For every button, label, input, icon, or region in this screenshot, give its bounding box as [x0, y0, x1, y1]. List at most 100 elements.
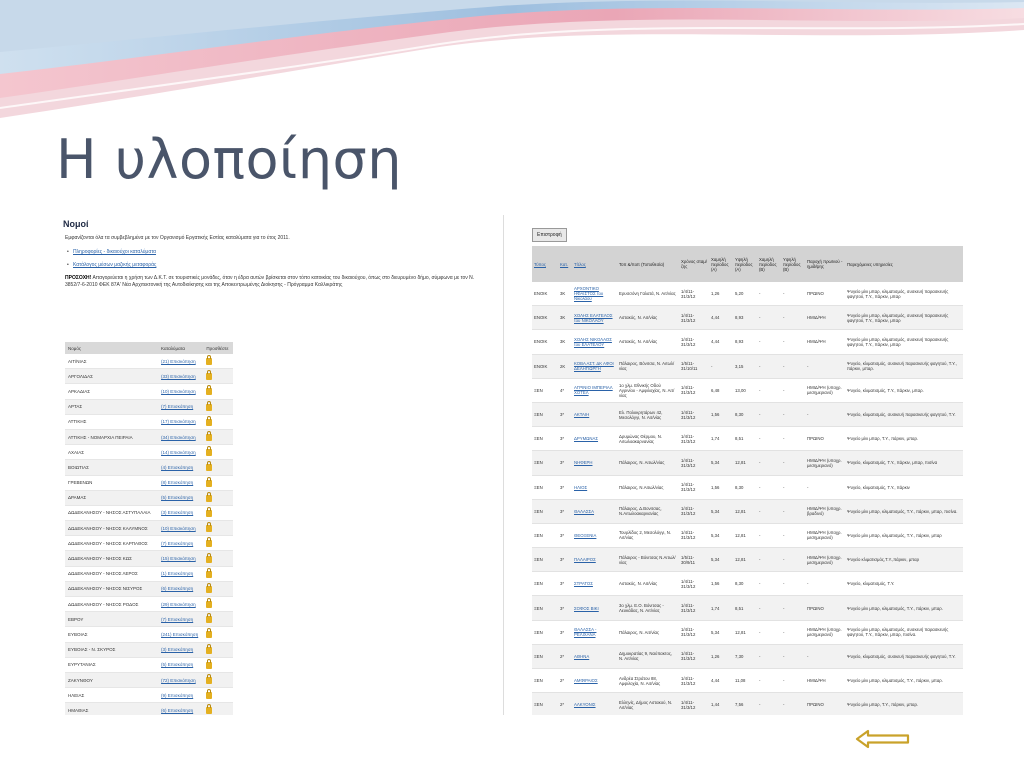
hotel-title-link[interactable]: ΘΕΟΞΕΝΙΑ	[572, 523, 617, 549]
hotel-title-link[interactable]: ΗΛΙΟΣ	[572, 475, 617, 500]
accommodations-link[interactable]: (21) Επισκόπηση	[158, 354, 204, 370]
hotel-title-link[interactable]: ΠΑΛΑΙΡΟΣ	[572, 547, 617, 573]
table-cell: -	[781, 475, 805, 500]
accommodations-link[interactable]: (33) Επισκόπηση	[158, 368, 204, 385]
table-cell: -	[757, 644, 781, 670]
table-row: ΔΡΑΜΑΣ (5) Επισκόπηση	[65, 490, 233, 506]
accommodations-link[interactable]: (1) Επισκόπηση	[158, 566, 204, 582]
accommodations-link[interactable]: (9) Επισκόπηση	[158, 687, 204, 704]
table-row: ΞΕΝ 3* ΑΚΤΑΙΗ Ελ. Πολυκρητάρων 42, Μεσολόγγ…	[532, 402, 963, 428]
table-cell: 1,26	[709, 644, 733, 670]
accommodations-link[interactable]: (4) Επισκόπηση	[158, 459, 204, 476]
accommodations-link[interactable]: (7) Επισκόπηση	[158, 535, 204, 552]
lock-icon[interactable]	[206, 613, 213, 624]
lock-icon[interactable]	[206, 582, 213, 593]
accommodations-link[interactable]: (14) Επισκόπηση	[158, 444, 204, 461]
accommodations-link[interactable]: (7) Επισκόπηση	[158, 611, 204, 628]
lock-icon[interactable]	[206, 567, 213, 578]
hotel-title-link[interactable]: ΣΤΡΑΤΟΣ	[572, 571, 617, 597]
hotel-title-link[interactable]: ΚΟΒΑ ΑΣΤ. ΔΚ ΑΦΟΙ ΔΕΛΗΓΙΩΡΓΗ	[572, 354, 617, 379]
accommodations-link[interactable]: (5) Επισκόπηση	[158, 490, 204, 506]
table-cell: -	[781, 692, 805, 715]
table-cell: 3*	[558, 571, 572, 597]
lock-icon[interactable]	[206, 400, 213, 411]
lock-icon[interactable]	[206, 658, 213, 669]
column-header[interactable]: Κατ.	[558, 246, 572, 282]
table-cell: ΗΜΙΔ/ΨΗ (υποχρ. μεσημεριανό)	[805, 547, 845, 573]
lock-icon[interactable]	[206, 522, 213, 533]
table-row: ΞΕΝ 3* ΔΡΥΜΩΝΑΣ Δρυμώνας Θέρμου, Ν. Αιτωλοα…	[532, 426, 963, 452]
accommodations-link[interactable]: (8) Επισκόπηση	[158, 475, 204, 491]
lock-icon[interactable]	[206, 385, 213, 396]
table-cell: 7,56	[733, 692, 757, 715]
hotel-title-link[interactable]: ΣΟΦΟΣ ΒΙΚΙ	[572, 595, 617, 621]
lock-icon[interactable]	[206, 537, 213, 548]
hotel-title-link[interactable]: ΘΑΛΑΣΣΑ - ΡΕΛΙΧΑΝΑ	[572, 620, 617, 645]
accommodations-link[interactable]: (6) Επισκόπηση	[158, 581, 204, 598]
lock-icon[interactable]	[206, 598, 213, 609]
table-cell: 3Κ	[558, 282, 572, 307]
table-row: ΔΩΔΕΚΑΝΗΣΟΥ - ΝΗΣΟΣ ΡΟΔΟΣ (29) Επισκόπηση	[65, 596, 233, 613]
lock-icon[interactable]	[206, 446, 213, 457]
lock-icon[interactable]	[206, 704, 213, 715]
table-cell: Ψυγείο μίνι μπαρ, κλιματισμός, Τ.Υ., πάρ…	[845, 595, 963, 621]
accommodations-link[interactable]: (17) Επισκόπηση	[158, 414, 204, 430]
accommodations-link[interactable]: (3) Επισκόπηση	[158, 642, 204, 658]
accommodations-link[interactable]: (6) Επισκόπηση	[158, 702, 204, 715]
back-button[interactable]: Επιστροφή	[532, 228, 567, 242]
back-arrow-icon[interactable]	[855, 729, 911, 749]
accommodations-link[interactable]: (7) Επισκόπηση	[158, 399, 204, 415]
table-row: ΕΥΒΟΙΑΣ - Ν. ΣΚΥΡΟΣ (3) Επισκόπηση	[65, 642, 233, 658]
table-row: ΑΤΤΙΚΗΣ - ΝΟΜΑΡΧΙΑ ΠΕΙΡΑΙΑ (34) Επισκόπησ…	[65, 429, 233, 446]
table-cell: 1/4/11-31/3/12	[679, 475, 709, 500]
hotel-title-link[interactable]: ΑΜΦΙΡΑΙΟΣ	[572, 668, 617, 694]
table-cell: Ψυγείο μίνι μπαρ, κλιματισμός, συσκευή π…	[845, 620, 963, 645]
table-cell: 6,48	[709, 378, 733, 403]
accommodations-link[interactable]: (29) Επισκόπηση	[158, 596, 204, 613]
lock-icon[interactable]	[206, 628, 213, 639]
lock-icon[interactable]	[206, 415, 213, 426]
hotel-title-link[interactable]: ΑΛΚΥΟΝΙΣ	[572, 692, 617, 715]
hotel-title-link[interactable]: ΘΑΛΑΣΣΑ	[572, 499, 617, 524]
hotel-title-link[interactable]: ΑΘΗΝΑ	[572, 644, 617, 670]
info-link-transport[interactable]: Κατάλογος μέσων μαζικής μεταφοράς	[67, 262, 503, 268]
hotel-title-link[interactable]: ΑΡΧΟΝΤΙΚΟ ΗΦΑΙΣΤΟΣ του Νικολάου	[572, 282, 617, 307]
table-cell: Ελληνίς, Δήμος Αστακού, Ν. Αιτ/νίας	[617, 692, 679, 715]
table-cell: Πάλαιρος, Ν. Αιτ/νίας	[617, 620, 679, 645]
lock-icon[interactable]	[206, 461, 213, 472]
accommodations-link[interactable]: (34) Επισκόπηση	[158, 429, 204, 446]
table-cell: 8,93	[733, 305, 757, 331]
lock-icon[interactable]	[206, 431, 213, 442]
lock-icon[interactable]	[206, 491, 213, 502]
lock-icon[interactable]	[206, 370, 213, 381]
hotel-title-link[interactable]: ΧΟΛΗΣ ΕΛΑΤΕΛΟΣ του ΝΙΚΟΛΑΟΥ	[572, 305, 617, 331]
column-header[interactable]: Τύπος	[532, 246, 558, 282]
prefecture-name: ΑΡΓΟΛΙΔΑΣ	[65, 368, 159, 385]
accommodations-link[interactable]: (241) Επισκόπηση	[158, 626, 204, 643]
table-cell: 3*	[558, 620, 572, 645]
hotel-title-link[interactable]: ΧΟΛΗΣ ΝΙΚΟΛΑΟΣ του ΕΛΑΤΕΛΟΥ	[572, 329, 617, 355]
table-cell: 1/4/11-31/3/12	[679, 305, 709, 331]
accommodations-link[interactable]: (72) Επισκόπηση	[158, 672, 204, 689]
table-cell: Ψυγείο, κλιματισμός, Τ.Υ., πάρκιν, μπαρ,…	[845, 450, 963, 476]
accommodations-link[interactable]: (3) Επισκόπηση	[158, 505, 204, 522]
hotel-title-link[interactable]: ΝΗΦΕΡΗ	[572, 450, 617, 476]
accommodations-link[interactable]: (15) Επισκόπηση	[158, 550, 204, 567]
lock-icon[interactable]	[206, 674, 213, 685]
hotel-title-link[interactable]: ΔΡΥΜΩΝΑΣ	[572, 426, 617, 452]
lock-icon[interactable]	[206, 506, 213, 517]
lock-icon[interactable]	[206, 643, 213, 654]
accommodations-link[interactable]: (5) Επισκόπηση	[158, 657, 204, 673]
lock-icon[interactable]	[206, 689, 213, 700]
accommodations-link[interactable]: (10) Επισκόπηση	[158, 383, 204, 400]
lock-icon[interactable]	[206, 476, 213, 487]
table-cell: Ερυσσόνη Γαλατά, Ν. Αιτ/νίας	[617, 282, 679, 307]
hotel-title-link[interactable]: ΑΓΡΙΝΙΟ ΙΜΠΕΡΙΑΛ ΧΟΤΕΛ	[572, 378, 617, 403]
table-cell: -	[781, 668, 805, 694]
lock-icon[interactable]	[206, 552, 213, 563]
lock-icon[interactable]	[206, 355, 213, 366]
info-link-beneficiaries[interactable]: Πληροφορίες - δικαιούχοι καταλύματα	[67, 249, 503, 255]
column-header[interactable]: Τίτλος	[572, 246, 617, 282]
accommodations-link[interactable]: (10) Επισκόπηση	[158, 520, 204, 537]
hotel-title-link[interactable]: ΑΚΤΑΙΗ	[572, 402, 617, 428]
